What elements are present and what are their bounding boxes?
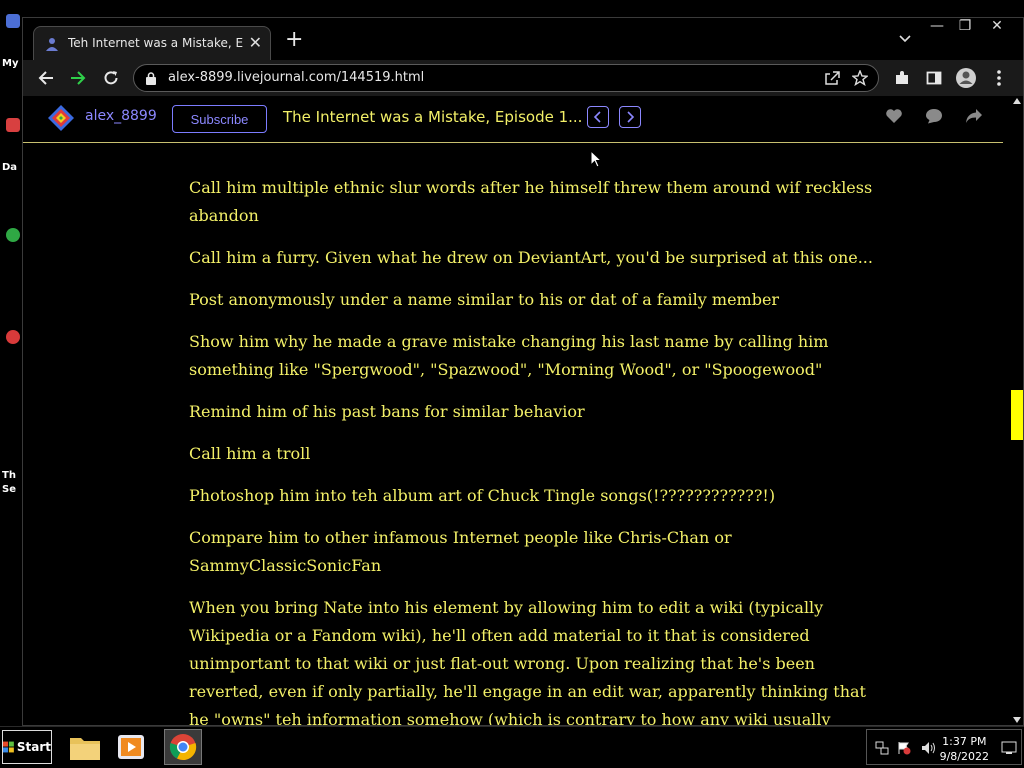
next-post-button[interactable]: [619, 106, 641, 128]
start-label: Start: [16, 740, 51, 754]
chrome-icon: [169, 734, 197, 761]
user-icon: [46, 38, 58, 51]
kebab-menu-icon: [997, 70, 1001, 86]
start-button[interactable]: Start: [2, 730, 52, 764]
chrome-button[interactable]: [164, 729, 202, 765]
desktop-label: My: [2, 58, 19, 69]
extensions-button[interactable]: [891, 67, 913, 89]
reload-icon: [104, 71, 118, 85]
heart-icon[interactable]: [885, 108, 903, 124]
chevron-down-icon[interactable]: [899, 32, 911, 44]
desktop-computer-icon[interactable]: [6, 14, 20, 28]
media-player-button[interactable]: [112, 729, 150, 765]
clock-date: 9/8/2022: [939, 750, 989, 763]
action-center-flag-icon[interactable]: [897, 741, 911, 755]
livejournal-header: alex_8899 Subscribe The Internet was a M…: [23, 96, 1003, 143]
windows-logo-icon: [3, 741, 14, 753]
window-close-icon[interactable]: ✕: [983, 18, 1011, 35]
list-item: Show him why he made a grave mistake cha…: [189, 332, 829, 379]
desktop-app-icon[interactable]: [6, 228, 20, 242]
avatar-icon: [956, 68, 976, 88]
share-icon[interactable]: [965, 108, 983, 124]
share-icon[interactable]: [824, 71, 840, 85]
list-item: Call him a furry. Given what he drew on …: [189, 248, 873, 267]
subscribe-button[interactable]: Subscribe: [172, 105, 267, 133]
profile-button[interactable]: [955, 67, 977, 89]
arrow-right-icon: [71, 71, 86, 85]
star-icon[interactable]: [852, 70, 868, 86]
desktop-strip: My Da Th Se: [0, 0, 22, 726]
list-item: Photoshop him into teh album art of Chuc…: [189, 486, 776, 505]
clock[interactable]: 1:37 PM 9/8/2022: [940, 734, 989, 764]
side-panel-button[interactable]: [923, 67, 945, 89]
forward-button[interactable]: [67, 67, 89, 89]
media-player-icon: [118, 735, 144, 759]
list-item: When you bring Nate into his element by …: [189, 598, 866, 726]
close-icon[interactable]: ✕: [249, 33, 262, 53]
address-bar[interactable]: alex-8899.livejournal.com/144519.html: [133, 64, 879, 92]
desktop-app-icon[interactable]: [6, 118, 20, 132]
chevron-left-icon: [593, 111, 601, 123]
comment-icon[interactable]: [925, 108, 943, 124]
lock-icon: [146, 72, 156, 85]
mouse-cursor-icon: [590, 150, 602, 168]
puzzle-icon: [896, 71, 908, 84]
system-tray: 1:37 PM 9/8/2022: [866, 729, 1022, 765]
post-title[interactable]: The Internet was a Mistake, Episode 1...: [283, 108, 582, 126]
clock-time: 1:37 PM: [942, 735, 987, 748]
scrollbar-thumb[interactable]: [1011, 390, 1023, 440]
user-avatar[interactable]: [47, 104, 75, 132]
new-tab-icon[interactable]: +: [285, 29, 303, 51]
list-item: Call him a troll: [189, 444, 311, 463]
desktop-label: Se: [2, 484, 16, 495]
minimize-icon[interactable]: —: [923, 18, 951, 35]
desktop-label: Da: [2, 162, 18, 173]
list-item: Call him multiple ethnic slur words afte…: [189, 178, 873, 225]
network-icon[interactable]: [875, 741, 889, 755]
scroll-down-icon[interactable]: [1013, 717, 1021, 723]
scroll-up-icon[interactable]: [1013, 98, 1021, 104]
browser-titlebar: Teh Internet was a Mistake, Episode 1 ✕ …: [23, 18, 1023, 60]
list-item: Remind him of his past bans for similar …: [189, 402, 585, 421]
menu-button[interactable]: [988, 67, 1010, 89]
volume-icon[interactable]: [921, 741, 937, 755]
desktop-app-icon[interactable]: [6, 330, 20, 344]
browser-tab[interactable]: Teh Internet was a Mistake, Episode 1 ✕: [33, 26, 271, 60]
previous-post-button[interactable]: [587, 106, 609, 128]
side-panel-icon: [926, 71, 942, 85]
taskbar: Start 1:37 PM 9/8/2022: [0, 726, 1024, 768]
tab-title: Teh Internet was a Mistake, Episode 1: [68, 36, 244, 50]
back-button[interactable]: [35, 67, 57, 89]
folder-icon: [70, 738, 100, 760]
chevron-right-icon: [627, 111, 635, 123]
reload-button[interactable]: [100, 67, 122, 89]
arrow-left-icon: [38, 71, 53, 85]
post-body: Call him multiple ethnic slur words afte…: [189, 174, 889, 726]
show-desktop-icon[interactable]: [1001, 741, 1017, 755]
vertical-scrollbar[interactable]: [1011, 96, 1023, 725]
file-explorer-button[interactable]: [66, 729, 104, 765]
username-link[interactable]: alex_8899: [85, 108, 157, 124]
browser-window: Teh Internet was a Mistake, Episode 1 ✕ …: [22, 17, 1024, 726]
maximize-icon[interactable]: ❐: [951, 18, 979, 35]
browser-toolbar: alex-8899.livejournal.com/144519.html: [23, 60, 1023, 96]
web-page: alex_8899 Subscribe The Internet was a M…: [23, 96, 1013, 726]
url-text: alex-8899.livejournal.com/144519.html: [168, 70, 425, 85]
list-item: Compare him to other infamous Internet p…: [189, 528, 732, 575]
desktop-label: Th: [2, 470, 16, 481]
list-item: Post anonymously under a name similar to…: [189, 290, 780, 309]
